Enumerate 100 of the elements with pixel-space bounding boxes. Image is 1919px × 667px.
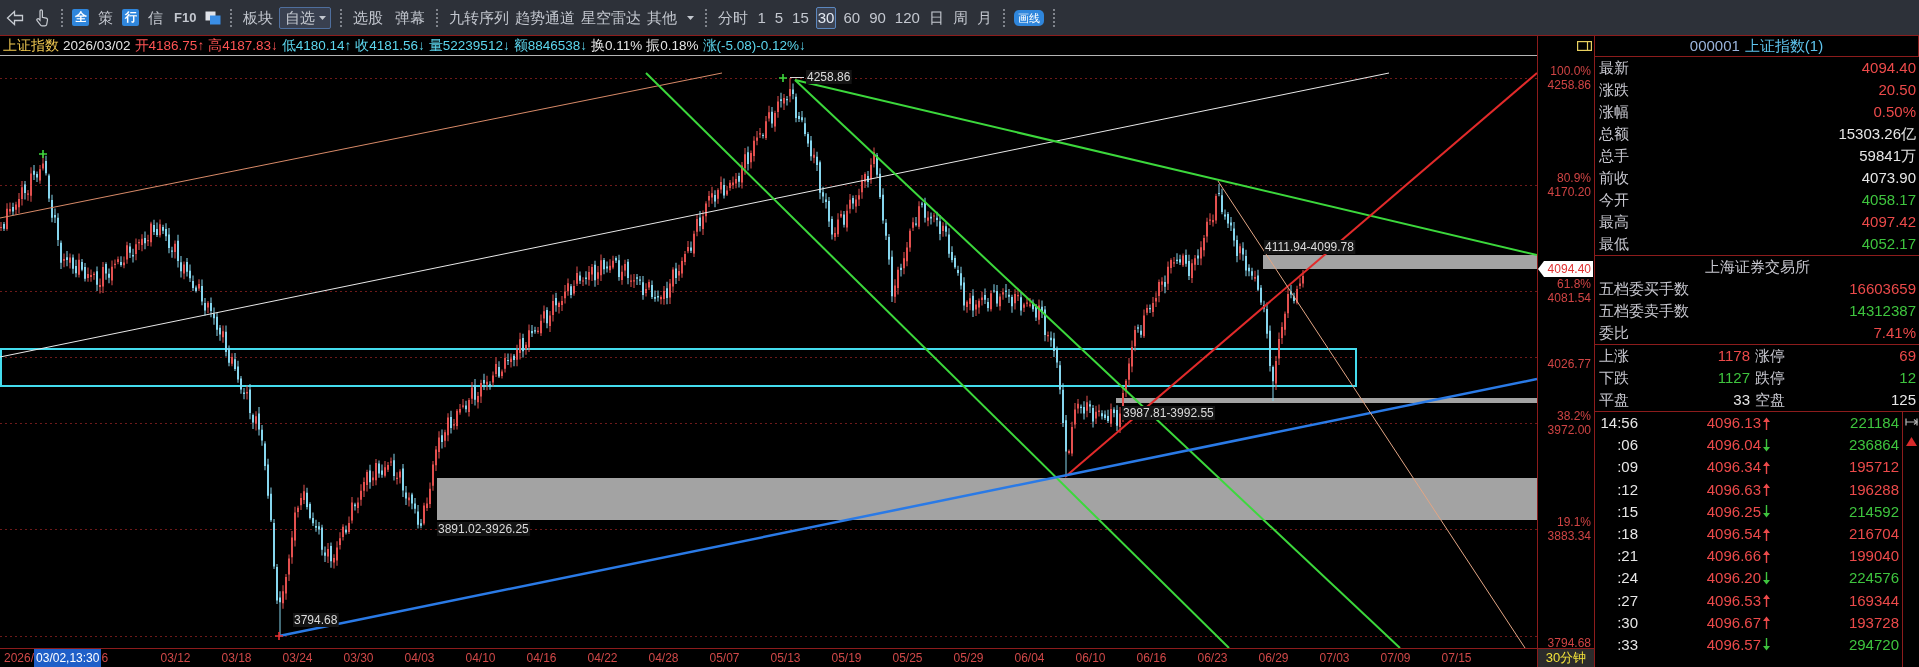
toolbar-button[interactable]: 板块 xyxy=(241,6,276,29)
quote-field: 低4180.14↑ xyxy=(281,36,352,55)
quote-label: 总额 xyxy=(1599,124,1629,144)
quote-value: 4073.90 xyxy=(1861,168,1916,188)
expand-icon[interactable] xyxy=(1904,418,1918,426)
toolbar-button[interactable]: 信 xyxy=(146,6,165,29)
caret-icon[interactable] xyxy=(319,15,327,20)
quote-label: 最新 xyxy=(1599,58,1629,78)
quote-field: 额8846538↓ xyxy=(513,36,587,55)
tick-price: 4096.13 xyxy=(1705,413,1761,434)
date-label: 04/28 xyxy=(647,650,680,667)
toolbar-button[interactable]: 弹幕 xyxy=(393,6,428,29)
date-label: 04/10 xyxy=(464,650,497,667)
quote-field: 换0.11% xyxy=(590,36,643,55)
toolbar-button[interactable]: 策 xyxy=(96,6,115,29)
tick-price: 4096.04 xyxy=(1705,435,1761,456)
period-tab[interactable]: 月 xyxy=(974,6,994,29)
period-tab[interactable]: 周 xyxy=(950,6,970,29)
up-triangle-icon[interactable] xyxy=(1905,437,1917,446)
breadth-count: 33 xyxy=(1732,390,1750,410)
order-value: 7.41% xyxy=(1873,323,1916,343)
overlapping-squares-icon[interactable] xyxy=(205,10,222,25)
date-label: 03/12 xyxy=(159,650,192,667)
axis-price-label: 3883.34 xyxy=(1547,530,1591,543)
toolbar-button[interactable]: 九转序列 xyxy=(447,6,512,29)
tick-time: :27 xyxy=(1616,590,1638,611)
date-label: 06/23 xyxy=(1196,650,1229,667)
tick-volume: 224576 xyxy=(1847,568,1900,589)
sidebar-icon[interactable] xyxy=(1577,41,1592,51)
back-arrow-icon[interactable] xyxy=(6,9,24,26)
date-label: 06/10 xyxy=(1074,650,1107,667)
period-tab[interactable]: 60 xyxy=(841,6,863,29)
date-label: 03/18 xyxy=(220,650,253,667)
security-name: 上证指数 xyxy=(3,37,59,55)
quote-field: 量52239512↓ xyxy=(428,36,510,55)
quote-value: 0.50% xyxy=(1873,102,1916,122)
quote-field: 开4186.75↑ xyxy=(134,36,205,55)
date-label: 06/16 xyxy=(1135,650,1168,667)
tick-price: 4096.66 xyxy=(1705,546,1761,567)
breadth-label: 上涨 xyxy=(1599,346,1630,366)
date-cursor-label: 03/02,13:30 xyxy=(34,649,102,667)
date-label: 07/03 xyxy=(1318,650,1351,667)
breadth-label: 平盘 xyxy=(1599,390,1630,410)
period-tab[interactable]: 90 xyxy=(867,6,888,29)
quote-value: 4097.42 xyxy=(1861,212,1916,232)
tick-time: :12 xyxy=(1616,479,1638,500)
quote-label: 涨跌 xyxy=(1599,80,1629,100)
limit-count: 69 xyxy=(1899,346,1916,366)
fib-percent-label: 61.8% xyxy=(1556,278,1591,291)
order-value: 16603659 xyxy=(1849,279,1916,299)
price-label: 4111.94-4099.78 xyxy=(1264,240,1356,254)
period-tab[interactable]: 120 xyxy=(892,6,922,29)
quote-value: 20.50 xyxy=(1878,80,1916,100)
toolbar-button[interactable]: 星空雷达 xyxy=(579,6,644,29)
period-tab[interactable]: 30 xyxy=(815,6,837,29)
quote-value: 4052.17 xyxy=(1861,234,1916,254)
date-label: 04/16 xyxy=(525,650,558,667)
tick-price: 4096.57 xyxy=(1705,634,1761,655)
toolbar-button[interactable]: 选股 xyxy=(351,6,386,29)
tick-time: :33 xyxy=(1616,634,1638,655)
tick-volume: 214592 xyxy=(1847,501,1900,522)
hand-icon[interactable] xyxy=(34,8,50,27)
price-label: 3987.81-3992.55 xyxy=(1122,406,1216,420)
fib-percent-label: 19.1% xyxy=(1556,516,1591,529)
date-label: 07/09 xyxy=(1379,650,1412,667)
dropdown-button[interactable]: 其他 xyxy=(645,6,697,29)
tick-volume: 199040 xyxy=(1847,546,1900,567)
axis-price-label: 4081.54 xyxy=(1547,292,1591,305)
toolbar-button[interactable]: 趋势通道 xyxy=(513,6,578,29)
toolbar-button[interactable]: 行 xyxy=(122,9,139,26)
date-label: 03/24 xyxy=(281,650,314,667)
tick-volume: 216704 xyxy=(1847,524,1900,545)
order-label: 委比 xyxy=(1599,323,1629,343)
draw-line-button[interactable]: 画线 xyxy=(1013,9,1044,26)
dropdown-button[interactable]: 自选 xyxy=(279,6,332,29)
tick-price: 4096.20 xyxy=(1705,568,1761,589)
leader-line xyxy=(789,77,805,78)
quote-label: 前收 xyxy=(1599,168,1629,188)
order-label: 五档委买手数 xyxy=(1599,279,1689,299)
period-tab[interactable]: 分时 xyxy=(716,6,751,29)
period-label: 30分钟 xyxy=(1537,649,1594,667)
quote-value: 4094.40 xyxy=(1861,58,1916,78)
date-label: 2026/ xyxy=(4,650,35,667)
period-tab[interactable]: 日 xyxy=(926,6,946,29)
tick-volume: 294720 xyxy=(1847,634,1900,655)
toolbar-button[interactable]: F10 xyxy=(172,6,199,29)
tick-volume: 169344 xyxy=(1847,590,1900,611)
period-tab[interactable]: 15 xyxy=(790,6,811,29)
fib-percent-label: 38.2% xyxy=(1556,409,1591,422)
caret-icon[interactable] xyxy=(687,15,695,20)
date-label: 05/25 xyxy=(891,650,924,667)
period-tab[interactable]: 1 xyxy=(755,6,768,29)
tick-volume: 236864 xyxy=(1847,435,1900,456)
period-tab[interactable]: 5 xyxy=(772,6,786,29)
toolbar-button[interactable]: 全 xyxy=(72,9,89,26)
breadth-count: 1178 xyxy=(1716,346,1750,366)
quote-field: 收4181.56↓ xyxy=(355,36,425,55)
quote-value: 59841万 xyxy=(1859,146,1916,166)
tick-time: :06 xyxy=(1616,435,1638,456)
quote-label: 今开 xyxy=(1599,190,1629,210)
